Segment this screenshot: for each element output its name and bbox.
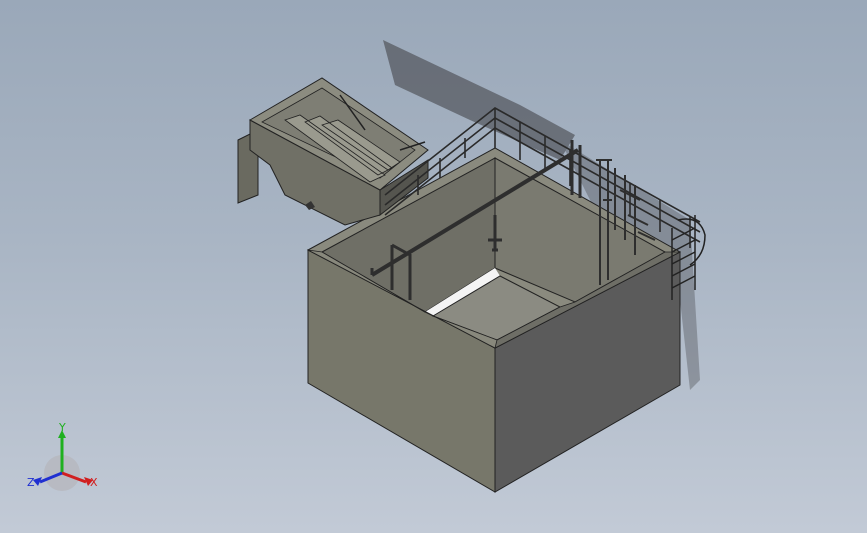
triad-x-label: X xyxy=(90,476,98,489)
triad-y-label: Y xyxy=(58,421,66,434)
triad-z-label: Z xyxy=(27,476,35,489)
cad-viewport[interactable]: Y X Z xyxy=(0,0,867,533)
orientation-triad[interactable]: Y X Z xyxy=(27,421,98,491)
